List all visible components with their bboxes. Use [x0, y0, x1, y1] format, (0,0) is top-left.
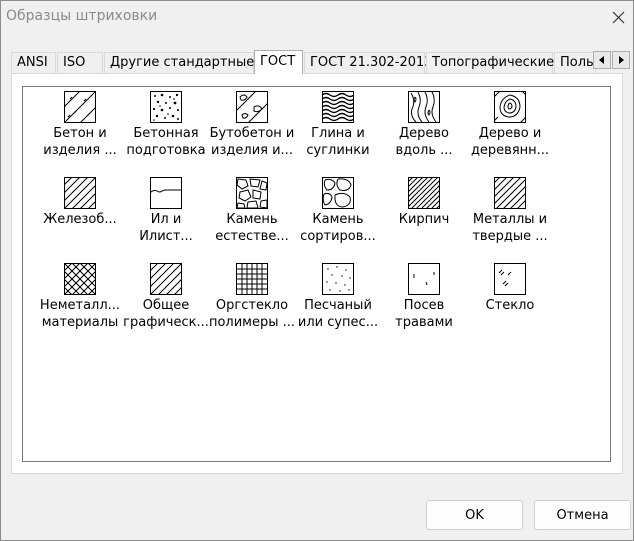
pattern-label: Дерево вдоль ...	[395, 126, 453, 158]
general-hatch-icon	[150, 263, 182, 295]
pattern-item-silt[interactable]: Ил и Илист...	[118, 175, 214, 251]
pattern-list[interactable]: Бетон и изделия ... Бетонная подготовка	[22, 86, 611, 462]
silt-hatch-icon	[150, 177, 182, 209]
title-bar: Образцы штриховки	[1, 1, 633, 33]
brick-hatch-icon	[408, 177, 440, 209]
tab-label: Поль	[560, 55, 594, 70]
ok-button[interactable]: OK	[426, 500, 523, 530]
pattern-item-sorted-stone[interactable]: Камень сортиров...	[290, 175, 386, 251]
close-icon	[612, 11, 624, 23]
nonmetal-hatch-icon	[64, 263, 96, 295]
window-title: Образцы штриховки	[6, 8, 158, 24]
tab-scroll-right-button[interactable]	[612, 51, 630, 69]
grass-seeding-hatch-icon	[408, 263, 440, 295]
pattern-item-wood-along[interactable]: Дерево вдоль ...	[376, 89, 472, 165]
tab-ansi[interactable]: ANSI	[11, 52, 56, 73]
sorted-stone-hatch-icon	[322, 177, 354, 209]
pattern-item-concrete[interactable]: Бетон и изделия ...	[32, 89, 128, 165]
pattern-label: Камень сортиров...	[300, 212, 376, 244]
pattern-label: Общее графическ...	[123, 298, 209, 330]
wood-along-hatch-icon	[408, 91, 440, 123]
tab-label: ГОСТ	[260, 54, 296, 69]
pattern-item-reinforced-concrete[interactable]: Железоб...	[32, 175, 128, 251]
pattern-label: Стекло	[485, 298, 535, 313]
arrow-right-icon	[619, 56, 624, 64]
pattern-item-grass[interactable]: Посев травами	[376, 261, 472, 337]
tab-gost-21-302-2013[interactable]: ГОСТ 21.302-2013	[304, 52, 433, 73]
pattern-label: Песчаный или супес...	[297, 298, 379, 330]
pattern-label: Бутобетон и изделия и...	[209, 126, 295, 158]
hatch-patterns-dialog: Образцы штриховки ANSI ISO Другие станда…	[0, 0, 634, 541]
pattern-label: Железоб...	[43, 212, 117, 227]
natural-stone-hatch-icon	[236, 177, 268, 209]
tab-label: ГОСТ 21.302-2013	[310, 55, 433, 70]
pattern-label: Металлы и твердые ...	[472, 212, 548, 244]
sandy-soil-hatch-icon	[322, 263, 354, 295]
tab-topographic[interactable]: Топографические	[426, 52, 555, 73]
pattern-item-plexiglass[interactable]: Оргстекло полимеры ...	[204, 261, 300, 337]
pattern-label: Оргстекло полимеры ...	[208, 298, 296, 330]
pattern-item-metal[interactable]: Металлы и твердые ...	[462, 175, 558, 251]
pattern-item-rubble-concrete[interactable]: Бутобетон и изделия и...	[204, 89, 300, 165]
glass-hatch-icon	[494, 263, 526, 295]
pattern-label: Глина и суглинки	[306, 126, 370, 158]
pattern-item-glass[interactable]: Стекло	[462, 261, 558, 337]
tab-label: ISO	[63, 55, 86, 70]
pattern-label: Бетонная подготовка	[126, 126, 206, 158]
pattern-item-wood-cross[interactable]: Дерево и деревянн...	[462, 89, 558, 165]
tab-label: Другие стандартные	[110, 55, 255, 70]
pattern-item-concrete-base[interactable]: Бетонная подготовка	[118, 89, 214, 165]
reinforced-concrete-hatch-icon	[64, 177, 96, 209]
wood-cross-hatch-icon	[494, 91, 526, 123]
tab-label: ANSI	[17, 55, 48, 70]
tab-user[interactable]: Поль	[554, 52, 596, 73]
concrete-hatch-icon	[64, 91, 96, 123]
pattern-label: Неметалл... материалы	[39, 298, 121, 330]
pattern-item-sandy[interactable]: Песчаный или супес...	[290, 261, 386, 337]
pattern-label: Кирпич	[398, 212, 450, 227]
pattern-label: Камень естестве...	[215, 212, 289, 244]
pattern-item-clay[interactable]: Глина и суглинки	[290, 89, 386, 165]
pattern-item-brick[interactable]: Кирпич	[376, 175, 472, 251]
metal-hatch-icon	[494, 177, 526, 209]
pattern-item-nonmetal[interactable]: Неметалл... материалы	[32, 261, 128, 337]
tab-strip: ANSI ISO Другие стандартные ГОСТ ГОСТ 21…	[11, 50, 633, 74]
pattern-label: Посев травами	[395, 298, 453, 330]
arrow-left-icon	[599, 56, 604, 64]
close-button[interactable]	[605, 4, 631, 30]
tab-gost[interactable]: ГОСТ	[254, 50, 303, 74]
plexiglass-hatch-icon	[236, 263, 268, 295]
pattern-item-natural-stone[interactable]: Камень естестве...	[204, 175, 300, 251]
pattern-label: Бетон и изделия ...	[43, 126, 117, 158]
tab-iso[interactable]: ISO	[57, 52, 103, 73]
rubble-concrete-hatch-icon	[236, 91, 268, 123]
pattern-item-general[interactable]: Общее графическ...	[118, 261, 214, 337]
pattern-label: Дерево и деревянн...	[470, 126, 550, 158]
pattern-label: Ил и Илист...	[139, 212, 193, 244]
tab-label: Топографические	[432, 55, 555, 70]
tab-panel: Бетон и изделия ... Бетонная подготовка	[11, 73, 623, 474]
clay-hatch-icon	[322, 91, 354, 123]
tab-other-standards[interactable]: Другие стандартные	[104, 52, 254, 73]
cancel-button[interactable]: Отмена	[534, 500, 631, 530]
tab-scroll-left-button[interactable]	[593, 51, 611, 69]
concrete-base-hatch-icon	[150, 91, 182, 123]
